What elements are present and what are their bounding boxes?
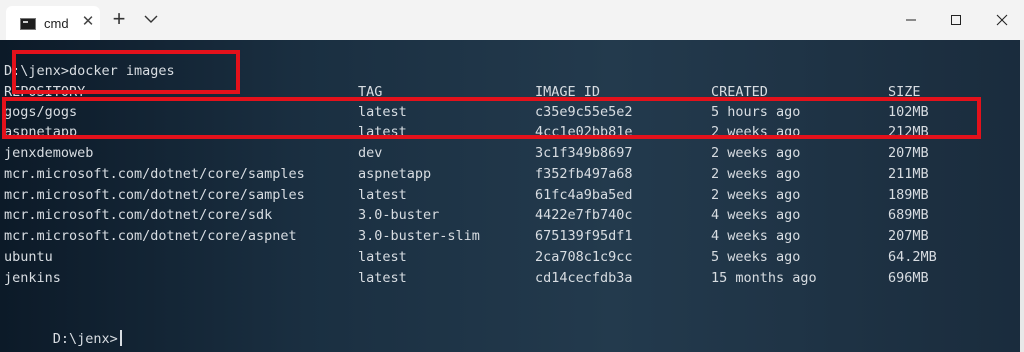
table-row: ubuntu latest 2ca708c1c9cc 5 weeks ago 6… (4, 247, 937, 267)
close-tab-icon[interactable]: ✕ (80, 14, 96, 30)
tag-cell: latest (358, 249, 407, 265)
terminal-window: cmd ✕ + D:\jenx>docker images REPOSITORY… (0, 0, 1024, 352)
prompt-text: D:\jenx> (52, 331, 118, 347)
tag-cell: latest (358, 270, 407, 286)
repository-cell: mcr.microsoft.com/dotnet/core/aspnet (4, 228, 297, 244)
created-cell: 2 weeks ago (711, 187, 801, 203)
image-id-cell: 2ca708c1c9cc (535, 249, 633, 265)
tab-cmd[interactable]: cmd ✕ (6, 6, 100, 40)
repository-cell: jenkins (4, 270, 61, 286)
tag-cell: dev (358, 145, 383, 161)
table-row: jenkins latest cd14cecfdb3a 15 months ag… (4, 268, 929, 288)
repository-cell: mcr.microsoft.com/dotnet/core/sdk (4, 207, 273, 223)
text-cursor (119, 330, 122, 346)
title-bar: cmd ✕ + (0, 0, 1024, 40)
size-cell: 189MB (888, 187, 929, 203)
scrollbar[interactable] (1020, 40, 1024, 352)
created-cell: 15 months ago (711, 270, 817, 286)
maximize-icon[interactable] (943, 8, 969, 32)
created-cell: 2 weeks ago (711, 166, 801, 182)
tag-cell: latest (358, 187, 407, 203)
table-row: mcr.microsoft.com/dotnet/core/samples as… (4, 164, 929, 184)
image-id-cell: cd14cecfdb3a (535, 270, 633, 286)
created-cell: 4 weeks ago (711, 228, 801, 244)
table-row: mcr.microsoft.com/dotnet/core/samples la… (4, 185, 929, 205)
image-id-cell: 675139f95df1 (535, 228, 633, 244)
highlight-row-box (2, 97, 981, 139)
tag-cell: 3.0-buster (358, 207, 440, 223)
size-cell: 689MB (888, 207, 929, 223)
size-cell: 211MB (888, 166, 929, 182)
prompt-line[interactable]: D:\jenx> (4, 309, 122, 347)
new-tab-button[interactable]: + (110, 8, 128, 30)
repository-cell: ubuntu (4, 249, 53, 265)
image-id-cell: 61fc4a9ba5ed (535, 187, 633, 203)
image-id-cell: 3c1f349b8697 (535, 145, 633, 161)
close-icon[interactable] (989, 8, 1015, 32)
minimize-icon[interactable] (898, 8, 924, 32)
size-cell: 207MB (888, 145, 929, 161)
tag-cell: aspnetapp (358, 166, 432, 182)
repository-cell: mcr.microsoft.com/dotnet/core/samples (4, 166, 305, 182)
size-cell: 696MB (888, 270, 929, 286)
table-row: jenxdemoweb dev 3c1f349b8697 2 weeks ago… (4, 143, 929, 163)
highlight-command-box (12, 50, 240, 94)
table-row: mcr.microsoft.com/dotnet/core/aspnet 3.0… (4, 226, 929, 246)
created-cell: 4 weeks ago (711, 207, 801, 223)
repository-cell: jenxdemoweb (4, 145, 94, 161)
image-id-cell: f352fb497a68 (535, 166, 633, 182)
created-cell: 2 weeks ago (711, 145, 801, 161)
size-cell: 64.2MB (888, 249, 937, 265)
terminal-icon (20, 18, 36, 30)
tab-title: cmd (44, 16, 69, 31)
size-cell: 207MB (888, 228, 929, 244)
repository-cell: mcr.microsoft.com/dotnet/core/samples (4, 187, 305, 203)
tag-cell: 3.0-buster-slim (358, 228, 480, 244)
chevron-down-icon[interactable] (142, 12, 160, 26)
image-id-cell: 4422e7fb740c (535, 207, 633, 223)
created-cell: 5 weeks ago (711, 249, 801, 265)
table-row: mcr.microsoft.com/dotnet/core/sdk 3.0-bu… (4, 205, 929, 225)
